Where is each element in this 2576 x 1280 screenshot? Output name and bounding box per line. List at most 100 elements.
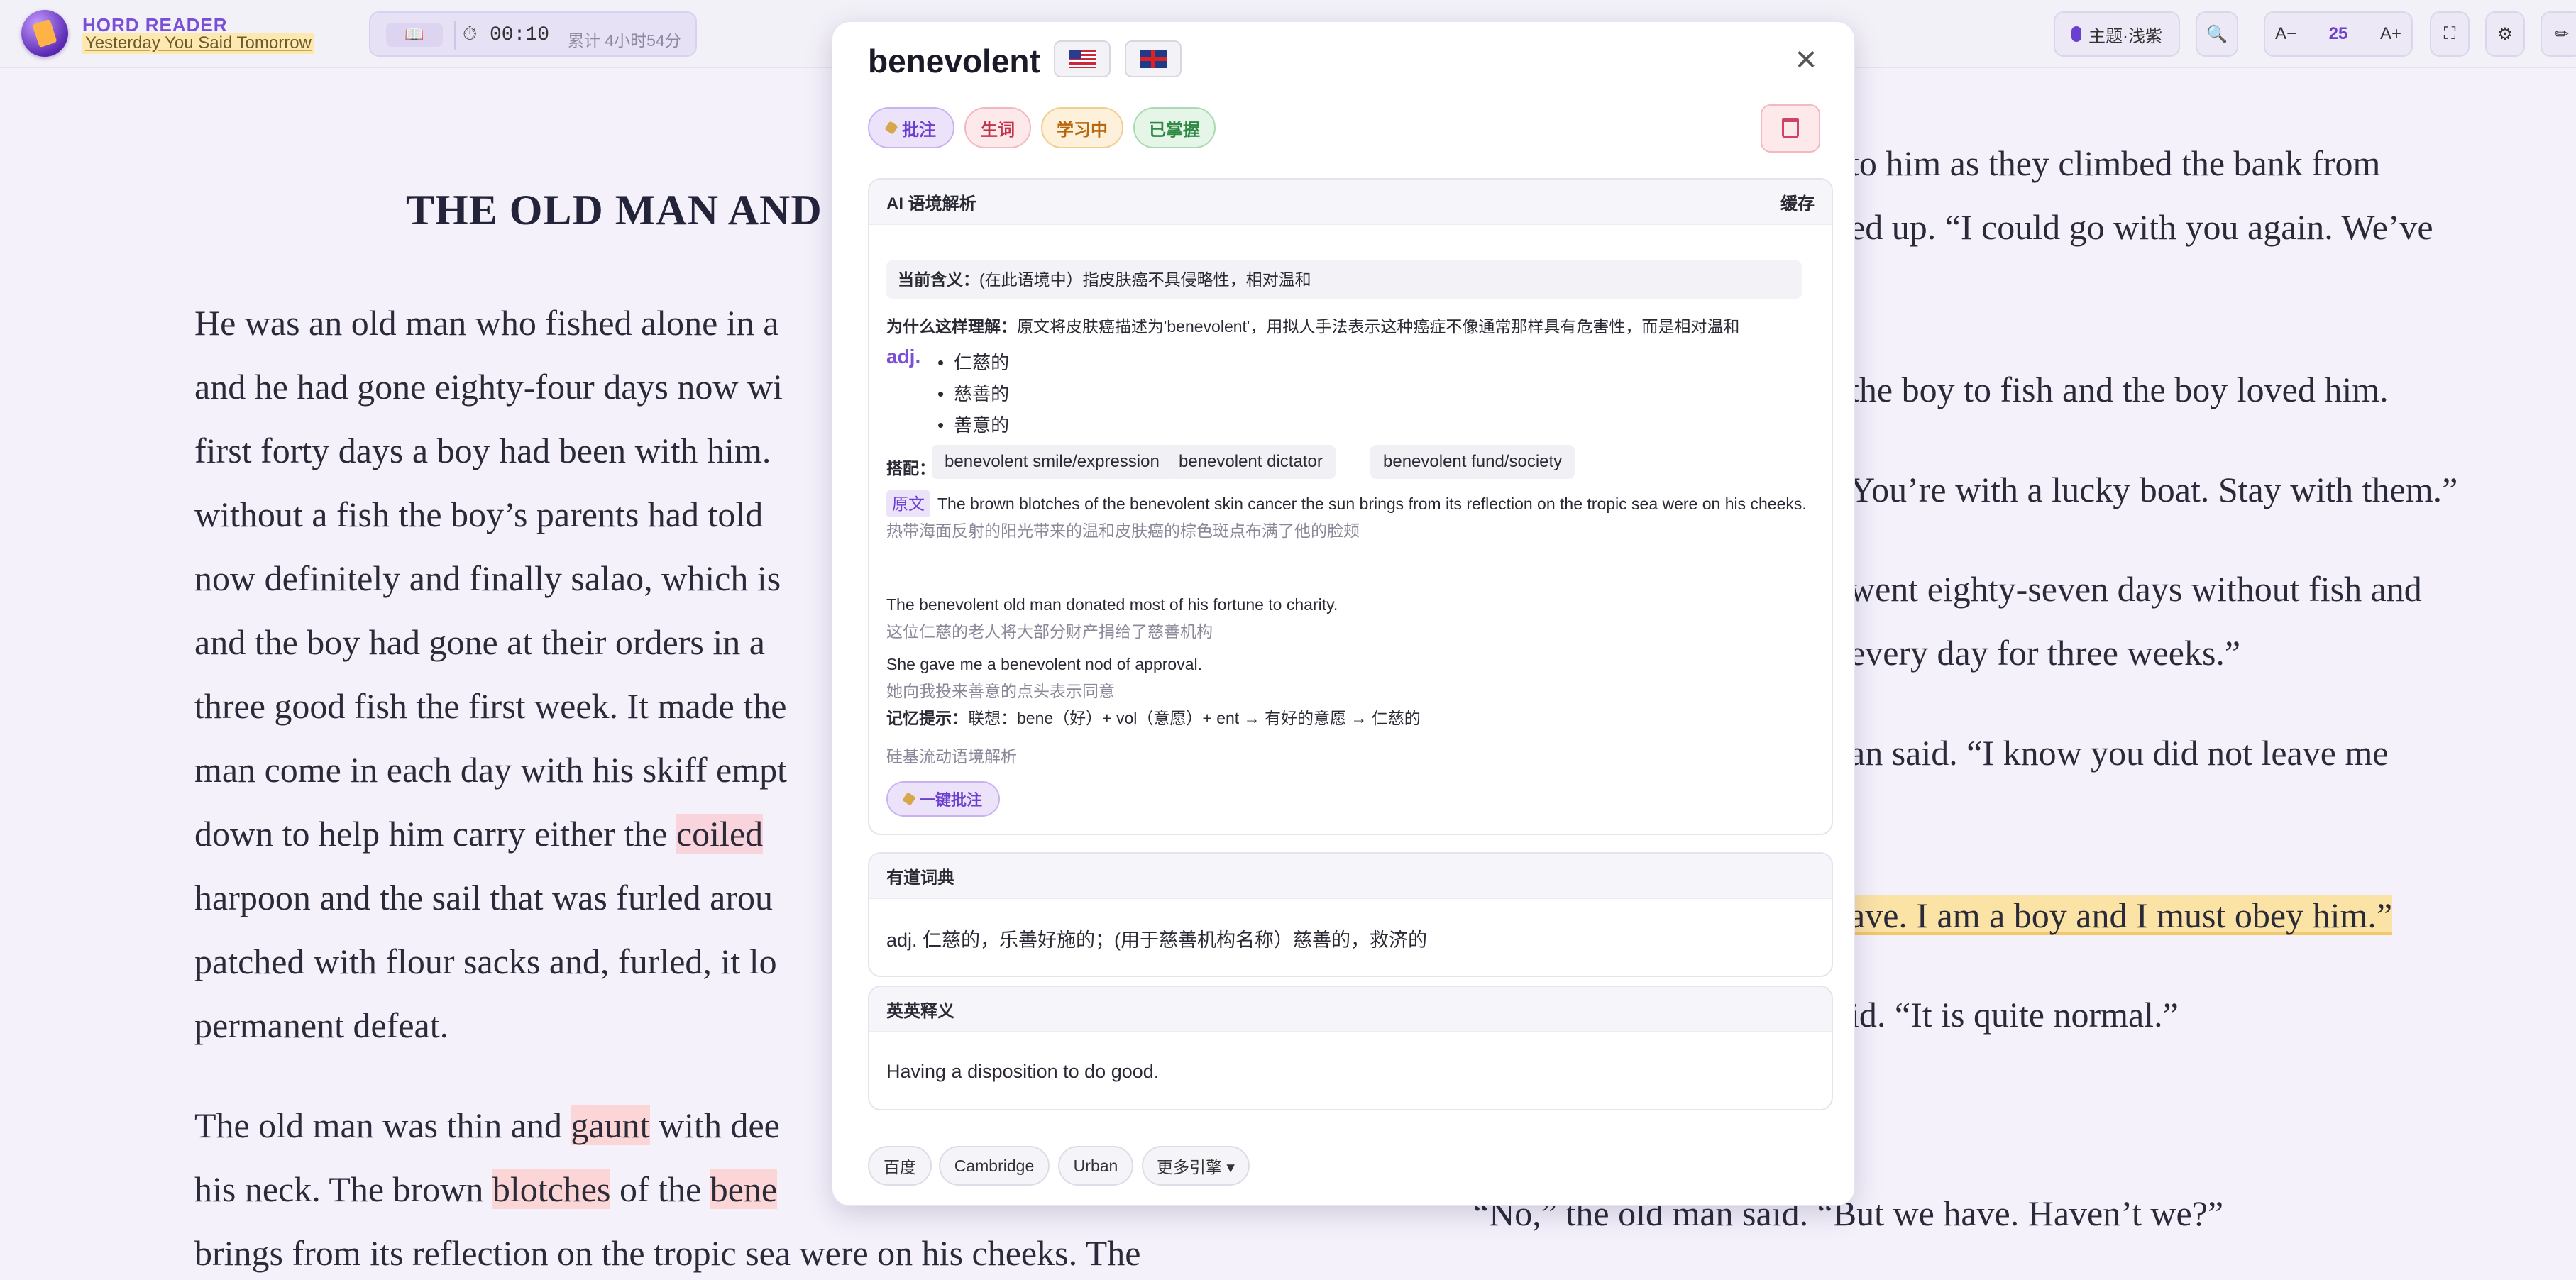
font-decrease-button[interactable]: A− (2275, 24, 2296, 44)
collocation-chip[interactable]: benevolent dictator (1166, 445, 1336, 479)
text-span: with dee (649, 1105, 780, 1145)
meaning-item: 善意的 (937, 411, 1009, 437)
why-text: 原文将皮肤癌描述为'benevolent'，用拟人手法表示这种癌症不像通常那样具… (1017, 317, 1740, 336)
search-button[interactable]: 🔍 (2196, 11, 2238, 57)
us-flag-icon (1069, 50, 1096, 68)
text-span: The old man was thin and (194, 1105, 571, 1145)
example-sentence: The benevolent old man donated most of h… (886, 591, 1816, 645)
example-zh: 她向我投来善意的点头表示同意 (886, 682, 1115, 700)
meaning-item: 慈善的 (937, 380, 1009, 406)
uk-pronunciation-button[interactable] (1125, 40, 1182, 77)
youdao-definition: adj. 仁慈的，乐善好施的；(用于慈善机构名称）慈善的，救济的 (886, 929, 1428, 951)
us-pronunciation-button[interactable] (1054, 40, 1111, 77)
word-popup: benevolent ✕ 批注 生词 学习中 已掌握 AI 语境解析 缓存 当前含… (832, 21, 1855, 1206)
book-title-link[interactable]: Yesterday You Said Tomorrow (82, 33, 314, 54)
text-line: now definitely and finally salao, which … (194, 558, 781, 598)
edit-button[interactable]: ✏ (2541, 11, 2576, 57)
highlighted-word[interactable]: gaunt (571, 1105, 650, 1145)
youdao-dictionary-card: 有道词典 adj. 仁慈的，乐善好施的；(用于慈善机构名称）慈善的，救济的 (868, 852, 1833, 977)
ai-context-card: AI 语境解析 缓存 当前含义：(在此语境中）指皮肤癌不具侵略性，相对温和 为什么… (868, 178, 1833, 835)
text-line: man come in each day with his skiff empt (194, 750, 787, 790)
collocation-chip[interactable]: benevolent smile/expression (932, 445, 1172, 479)
cache-badge: 缓存 (1780, 194, 1815, 214)
collocation-chip[interactable]: benevolent fund/society (1370, 445, 1575, 479)
english-definition: Having a disposition to do good. (886, 1060, 1160, 1082)
mark-mastered-button[interactable]: 已掌握 (1133, 107, 1216, 148)
original-text-badge: 原文 (886, 490, 930, 517)
current-meaning-label: 当前含义： (898, 270, 979, 289)
gear-icon: ⚙ (2497, 24, 2513, 44)
clock-icon: ⏱ (463, 23, 478, 44)
text-line: brings from its reflection on the tropic… (194, 1233, 1141, 1273)
text-line: id. “It is quite normal.” (1849, 995, 2179, 1035)
memory-text: 联想：bene（好）+ vol（意愿）+ ent → 有好的意愿 → 仁慈的 (968, 709, 1421, 727)
urban-search-button[interactable]: Urban (1058, 1146, 1133, 1186)
example-sentence: She gave me a benevolent nod of approval… (886, 651, 1816, 705)
highlighted-word[interactable]: bene (710, 1169, 778, 1209)
delete-button[interactable] (1761, 104, 1820, 153)
example-original: 原文 The brown blotches of the benevolent s… (886, 490, 1816, 544)
example-en: The brown blotches of the benevolent ski… (937, 495, 1807, 513)
total-reading-time: 累计 4小时54分 (568, 31, 681, 50)
analysis-source: 硅基流动语境解析 (886, 747, 1017, 766)
card-title: 英英释义 (886, 1001, 954, 1021)
close-button[interactable]: ✕ (1786, 40, 1826, 80)
example-zh: 热带海面反射的阳光带来的温和皮肤癌的棕色斑点布满了他的脸颊 (886, 522, 1360, 540)
text-line: to him as they climbed the bank from (1849, 143, 2381, 183)
font-size-control: A− 25 A+ (2264, 11, 2413, 57)
why-label: 为什么这样理解： (886, 317, 1017, 336)
fullscreen-button[interactable]: ⛶ (2430, 11, 2470, 57)
collocation-label: 搭配： (886, 459, 935, 478)
text-line: three good fish the first week. It made … (194, 686, 787, 726)
pencil-icon: ✏ (2554, 24, 2570, 44)
font-size-value: 25 (2328, 24, 2348, 43)
text-line: every day for three weeks.” (1849, 633, 2241, 673)
highlighted-word[interactable]: blotches (492, 1169, 611, 1209)
text-line: an said. “I know you did not leave me (1849, 733, 2389, 773)
headword: benevolent (868, 43, 1040, 79)
paragraph-1: He was an old man who fished alone in a … (194, 291, 787, 1057)
cambridge-search-button[interactable]: Cambridge (939, 1146, 1050, 1186)
annotate-all-button[interactable]: 一键批注 (886, 781, 1000, 817)
book-open-icon[interactable]: 📖 (386, 23, 443, 47)
fullscreen-icon: ⛶ (2443, 24, 2456, 43)
current-meaning: 当前含义：(在此语境中）指皮肤癌不具侵略性，相对温和 (886, 260, 1802, 299)
text-span: down to help him carry either the (194, 814, 676, 854)
text-line: permanent defeat. (194, 1005, 449, 1045)
settings-button[interactable]: ⚙ (2485, 11, 2525, 57)
example-en: The benevolent old man donated most of h… (886, 595, 1338, 614)
trash-icon (1782, 118, 1799, 138)
search-icon: 🔍 (2206, 24, 2228, 44)
more-engines-dropdown[interactable]: 更多引擎 ▾ (1142, 1146, 1250, 1186)
mark-learning-button[interactable]: 学习中 (1041, 107, 1123, 148)
reading-timer: 📖 ⏱ 00:10 累计 4小时54分 (369, 11, 697, 57)
part-of-speech: adj. (886, 346, 921, 368)
text-line: ave. I am a boy and I must obey him.” (1849, 890, 2393, 940)
app-logo[interactable] (21, 10, 68, 57)
annotate-button[interactable]: 批注 (868, 107, 954, 148)
card-header: AI 语境解析 缓存 (869, 180, 1832, 225)
text-line: went eighty-seven days without fish and (1849, 569, 2422, 609)
annotate-label: 批注 (902, 120, 936, 140)
uk-flag-icon (1140, 50, 1167, 68)
highlighted-word[interactable]: coiled (676, 814, 764, 854)
card-header: 英英释义 (869, 987, 1832, 1032)
text-span: his neck. The brown (194, 1169, 492, 1209)
font-increase-button[interactable]: A+ (2380, 24, 2401, 44)
memory-tip: 记忆提示：联想：bene（好）+ vol（意愿）+ ent → 有好的意愿 → … (886, 705, 1421, 729)
theme-button[interactable]: 主题·浅紫 (2054, 11, 2180, 57)
text-line: without a fish the boy’s parents had tol… (194, 495, 764, 534)
english-definition-card: 英英释义 Having a disposition to do good. (868, 986, 1833, 1110)
card-title: 有道词典 (886, 868, 954, 888)
meaning-item: 仁慈的 (937, 348, 1009, 375)
annotate-all-label: 一键批注 (919, 791, 982, 809)
text-line: and the boy had gone at their orders in … (194, 622, 765, 662)
baidu-search-button[interactable]: 百度 (868, 1146, 932, 1186)
chapter-title: THE OLD MAN AND (406, 187, 822, 233)
mark-new-word-button[interactable]: 生词 (964, 107, 1031, 148)
example-en: She gave me a benevolent nod of approval… (886, 655, 1202, 673)
highlighted-sentence[interactable]: ave. I am a boy and I must obey him.” (1849, 895, 2393, 935)
theme-label: 主题·浅紫 (2088, 26, 2162, 46)
text-line: the boy to fish and the boy loved him. (1849, 370, 2389, 409)
session-time: 00:10 (490, 24, 550, 46)
